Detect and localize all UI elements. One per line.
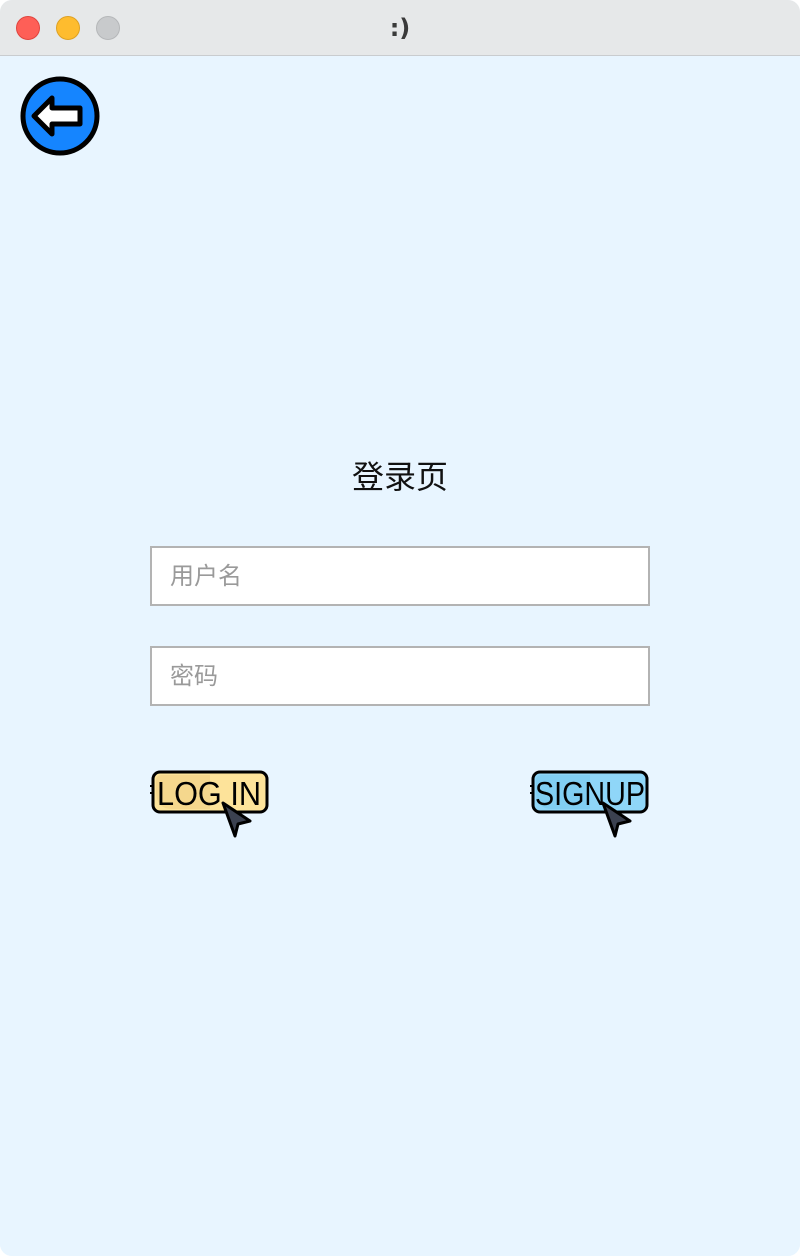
back-button[interactable] xyxy=(20,76,100,156)
login-button[interactable]: LOG IN xyxy=(150,769,270,845)
back-arrow-icon xyxy=(20,76,100,156)
signup-button-label: SIGNUP xyxy=(535,775,645,812)
title-bar[interactable]: :) xyxy=(0,0,800,56)
signup-button[interactable]: SIGNUP xyxy=(530,769,650,845)
app-window: :) 登录页 LOG IN xyxy=(0,0,800,1256)
password-input[interactable] xyxy=(150,646,650,706)
page-title: 登录页 xyxy=(351,458,448,496)
window-title: :) xyxy=(389,14,411,42)
login-button-label: LOG IN xyxy=(157,775,261,812)
username-input[interactable] xyxy=(150,546,650,606)
login-page: 登录页 LOG IN xyxy=(0,57,800,1256)
